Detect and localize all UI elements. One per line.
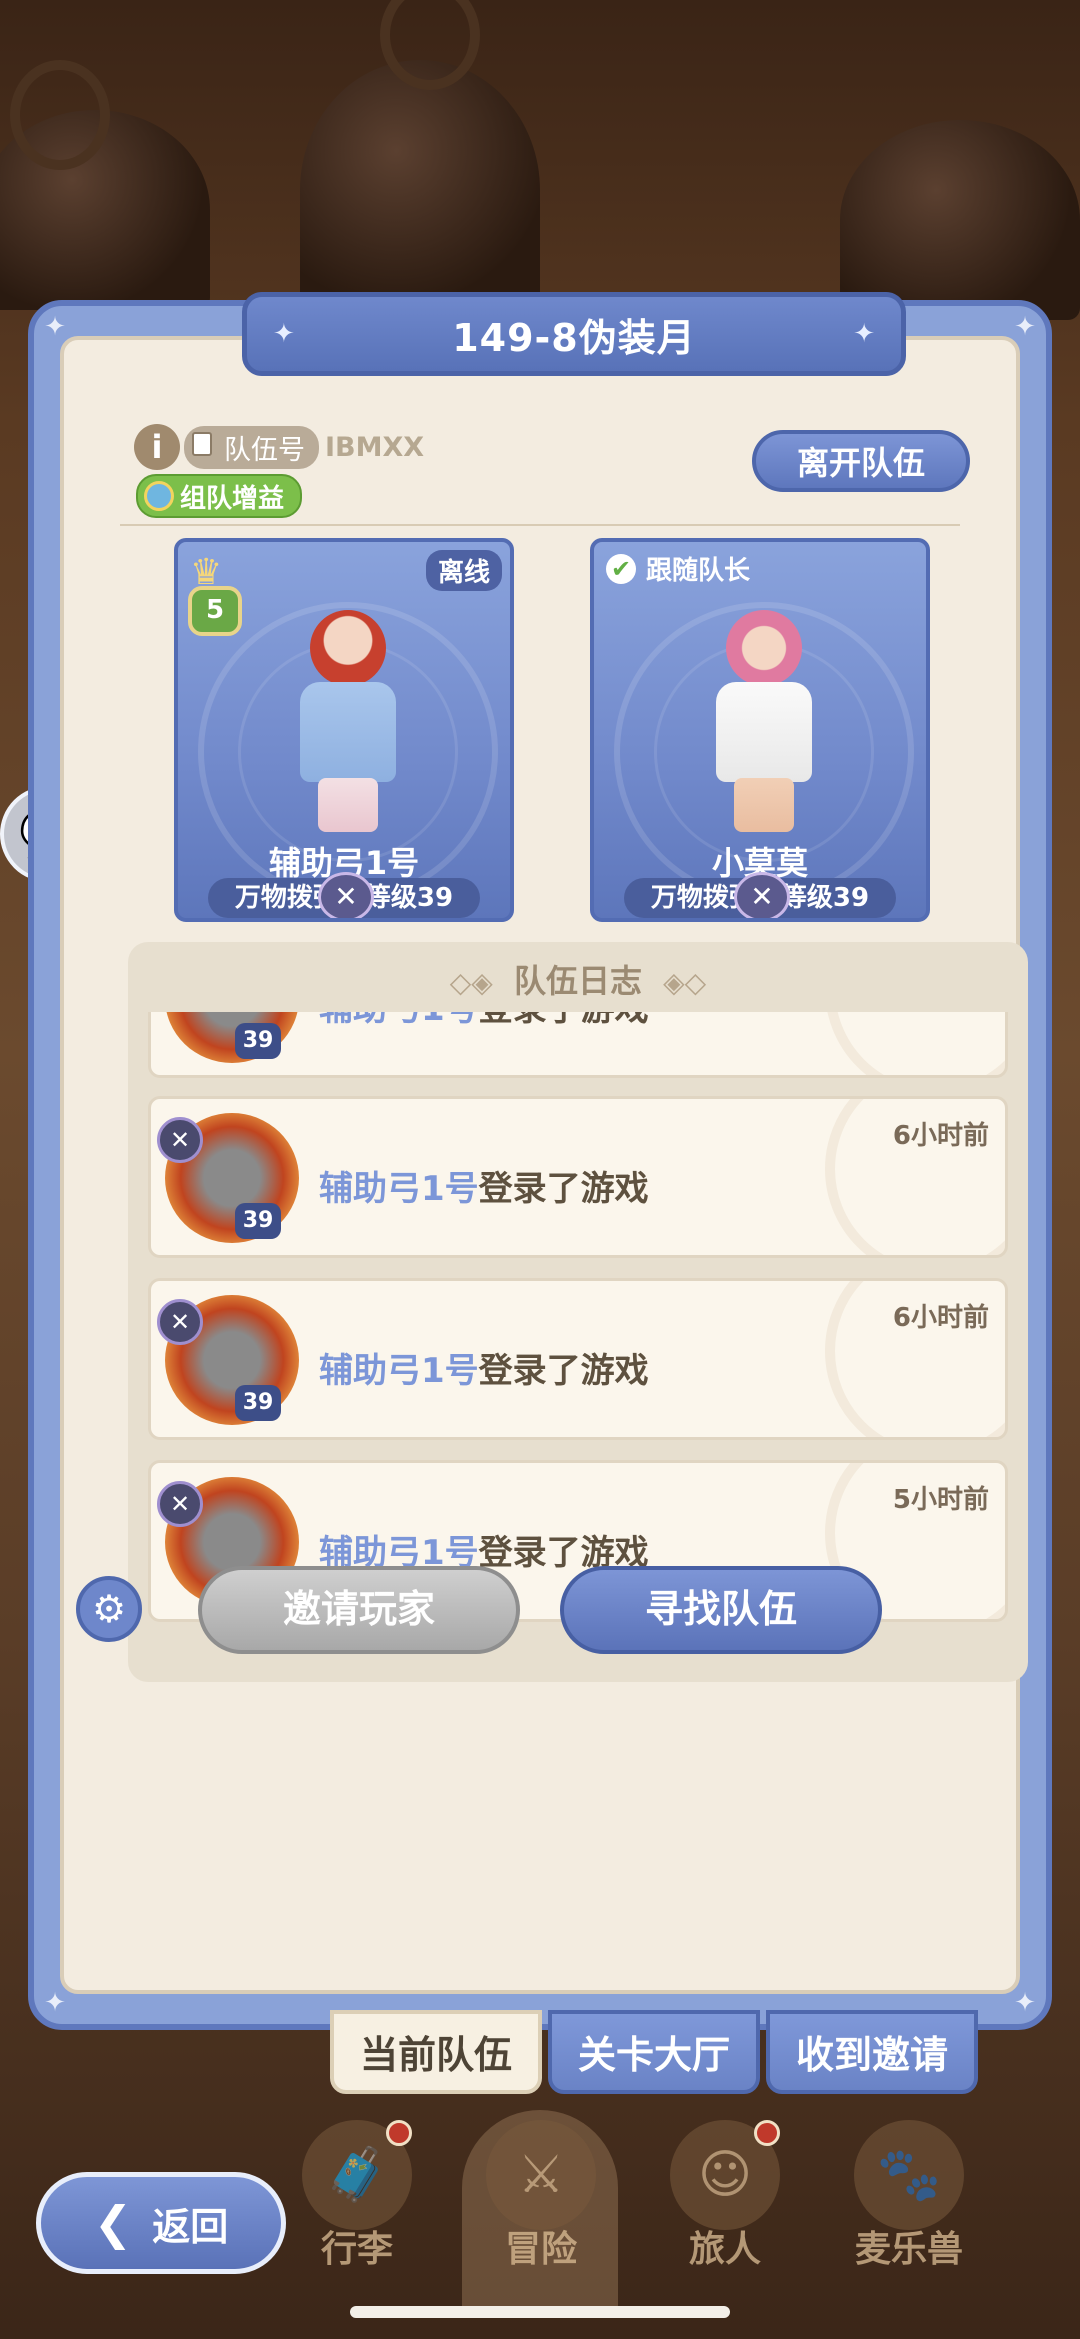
log-player-name[interactable]: 辅助弓1号 bbox=[319, 1351, 479, 1391]
notification-dot bbox=[754, 2120, 780, 2146]
character-legs bbox=[734, 778, 794, 832]
avatar-level: 39 bbox=[235, 1385, 281, 1421]
nav-label: 冒险 bbox=[504, 2229, 577, 2270]
team-id-label: 队伍号 bbox=[224, 434, 305, 466]
log-time: 5小时前 bbox=[892, 1485, 989, 1515]
find-team-button[interactable]: 寻找队伍 bbox=[560, 1566, 882, 1654]
panel-body: i 队伍号 IBMXX 组队增益 离开队伍 ♛ 5 离线 辅助弓1号 ✕ ✔ 跟… bbox=[60, 336, 1028, 1994]
log-entry: 6小时前 ✕ 39 辅助弓1号登录了游戏 bbox=[148, 1096, 1008, 1258]
nav-label: 行李 bbox=[320, 2229, 393, 2270]
pet-icon: 🐾 bbox=[854, 2120, 964, 2230]
log-action: 登录了游戏 bbox=[478, 1351, 649, 1391]
team-panel: i 队伍号 IBMXX 组队增益 离开队伍 ♛ 5 离线 辅助弓1号 ✕ ✔ 跟… bbox=[28, 292, 1052, 2030]
back-button[interactable]: ❮ 返回 bbox=[36, 2172, 286, 2274]
team-id-value: IBMXX bbox=[325, 431, 425, 463]
ornament-right-icon: ◈◇ bbox=[663, 966, 707, 999]
character-avatar bbox=[248, 582, 448, 832]
tab-current-team[interactable]: 当前队伍 bbox=[330, 2010, 542, 2094]
log-message: 辅助弓1号登录了游戏 bbox=[319, 1343, 649, 1392]
back-label: 返回 bbox=[152, 2204, 229, 2249]
log-action: 登录了游戏 bbox=[479, 1012, 649, 1029]
x-emblem-icon: ✕ bbox=[734, 872, 790, 918]
x-emblem-icon: ✕ bbox=[157, 1117, 203, 1163]
home-indicator[interactable] bbox=[350, 2306, 730, 2318]
divider bbox=[120, 524, 960, 526]
background-ring bbox=[10, 60, 110, 170]
corner-ornament: ✦ bbox=[1014, 312, 1036, 342]
character-body bbox=[716, 682, 812, 782]
player-avatar-icon: ✕ 39 bbox=[157, 1107, 307, 1249]
team-log-title: 队伍日志 bbox=[513, 962, 642, 1000]
nav-label: 麦乐兽 bbox=[854, 2229, 963, 2270]
x-emblem-icon: ✕ bbox=[157, 1299, 203, 1345]
team-buff-badge[interactable]: 组队增益 bbox=[136, 474, 303, 518]
team-log-header: ◇◈ 队伍日志 ◈◇ bbox=[128, 956, 1028, 1002]
character-avatar bbox=[664, 582, 864, 832]
corner-ornament: ✦ bbox=[44, 1988, 66, 2018]
nav-item-pets[interactable]: 🐾 麦乐兽 bbox=[834, 2120, 984, 2280]
nav-item-traveler[interactable]: ☺ 旅人 bbox=[650, 2120, 800, 2280]
tab-stage-lobby[interactable]: 关卡大厅 bbox=[548, 2010, 760, 2094]
avatar-level: 39 bbox=[235, 1023, 281, 1059]
character-body bbox=[300, 682, 396, 782]
tab-received-invites[interactable]: 收到邀请 bbox=[766, 2010, 978, 2094]
member-card-leader[interactable]: ♛ 5 离线 辅助弓1号 万物拨弦者等级39 ✕ bbox=[174, 538, 514, 922]
background-bell-center bbox=[300, 60, 540, 320]
team-id-label-wrap: 队伍号 bbox=[184, 425, 319, 469]
sparkle-icon: ✦ bbox=[273, 319, 295, 349]
notification-dot bbox=[386, 2120, 412, 2146]
document-icon bbox=[192, 431, 212, 456]
log-player-name[interactable]: 辅助弓1号 bbox=[319, 1012, 479, 1029]
log-entry: 6小时前 ✕ 39 辅助弓1号登录了游戏 bbox=[148, 1278, 1008, 1440]
x-emblem-icon: ✕ bbox=[318, 872, 374, 918]
player-avatar-icon: ✕ 39 bbox=[157, 1289, 307, 1431]
log-player-name[interactable]: 辅助弓1号 bbox=[319, 1169, 479, 1209]
avatar-level: 39 bbox=[235, 1203, 281, 1239]
log-message: 辅助弓1号登录了游戏 bbox=[319, 1161, 649, 1210]
leave-team-button[interactable]: 离开队伍 bbox=[752, 430, 970, 492]
player-avatar-icon: ✕ 39 bbox=[157, 1012, 307, 1069]
team-log-list[interactable]: ✕ 39 辅助弓1号登录了游戏 6小时前 ✕ 39 辅助弓1号登录了游戏 bbox=[148, 1012, 1008, 1662]
heart-level-icon: 5 bbox=[188, 586, 242, 636]
gear-icon[interactable]: ⚙ bbox=[76, 1576, 142, 1642]
moon-decoration bbox=[825, 1012, 1005, 1075]
invite-player-button[interactable]: 邀请玩家 bbox=[198, 1566, 520, 1654]
log-time: 6小时前 bbox=[892, 1121, 989, 1151]
log-entry: ✕ 39 辅助弓1号登录了游戏 bbox=[148, 1012, 1008, 1078]
nav-item-luggage[interactable]: 🧳 行李 bbox=[282, 2120, 432, 2280]
buff-label: 组队增益 bbox=[180, 483, 285, 514]
back-arrow-icon: ❮ bbox=[93, 2196, 133, 2250]
panel-title-banner: ✦ 149-8伪装月 ✦ bbox=[242, 292, 906, 376]
info-icon[interactable]: i bbox=[134, 424, 180, 470]
character-head bbox=[726, 610, 802, 686]
log-action: 登录了游戏 bbox=[478, 1169, 649, 1209]
background-bell-right bbox=[840, 120, 1080, 320]
nav-label: 旅人 bbox=[688, 2229, 761, 2270]
buff-icon bbox=[144, 481, 174, 511]
panel-title: 149-8伪装月 bbox=[452, 315, 696, 360]
corner-ornament: ✦ bbox=[44, 312, 66, 342]
x-emblem-icon: ✕ bbox=[157, 1481, 203, 1527]
member-card-follower[interactable]: ✔ 跟随队长 小莫莫 万物拨弦者等级39 ✕ bbox=[590, 538, 930, 922]
log-time: 6小时前 bbox=[892, 1303, 989, 1333]
character-legs bbox=[318, 778, 378, 832]
team-id: 队伍号 IBMXX bbox=[184, 425, 425, 469]
sparkle-icon: ✦ bbox=[853, 319, 875, 349]
corner-ornament: ✦ bbox=[1014, 1988, 1036, 2018]
log-message: 辅助弓1号登录了游戏 bbox=[319, 1012, 649, 1030]
check-icon: ✔ bbox=[606, 553, 636, 584]
nav-item-adventure[interactable]: ⚔ 冒险 bbox=[466, 2120, 616, 2280]
ornament-left-icon: ◇◈ bbox=[449, 966, 493, 999]
crossed-swords-icon: ⚔ bbox=[486, 2120, 596, 2230]
character-head bbox=[310, 610, 386, 686]
